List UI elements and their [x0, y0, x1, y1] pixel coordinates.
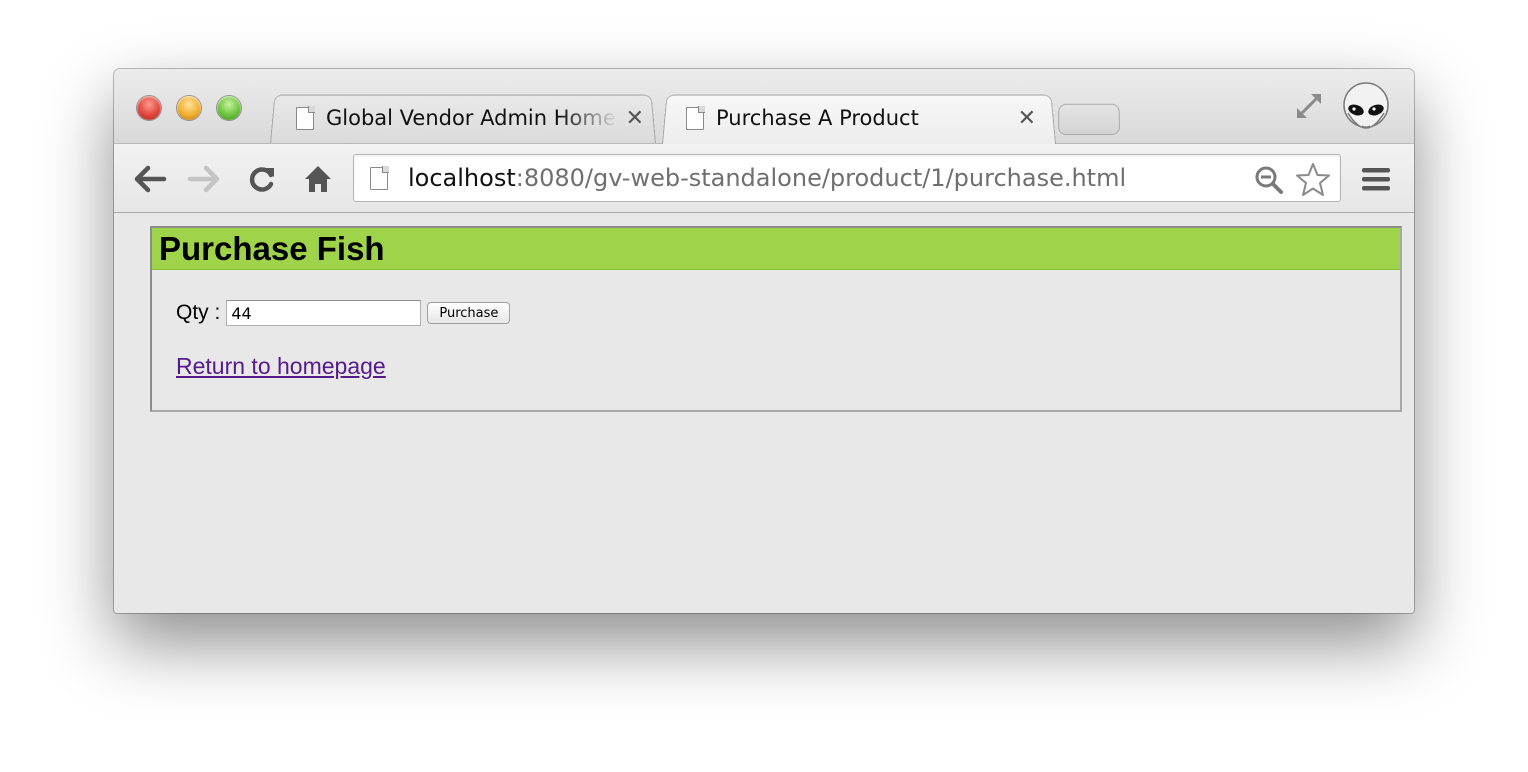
close-icon[interactable]: ✕ [626, 106, 644, 131]
fullscreen-icon[interactable] [1294, 91, 1324, 121]
tab-global-vendor-admin-content[interactable]: Global Vendor Admin Home ✕ [296, 102, 644, 134]
qty-row: Qty : Purchase [176, 300, 511, 326]
purchase-button[interactable]: Purchase [427, 302, 511, 324]
reload-icon [249, 167, 274, 192]
qty-label: Qty : [176, 301, 221, 324]
arrow-right-icon [187, 165, 220, 193]
reload-button[interactable] [244, 161, 280, 197]
home-icon [305, 166, 331, 192]
address-bar[interactable]: localhost:8080/gv-web-standalone/product… [353, 154, 1341, 202]
page-title: Purchase Fish [159, 230, 385, 267]
panel-header: Purchase Fish [152, 228, 1400, 270]
browser-window: Global Vendor Admin Home ✕ Purchase A Pr… [114, 69, 1414, 613]
browser-toolbar: localhost:8080/gv-web-standalone/product… [114, 143, 1414, 213]
tab-purchase-product-content[interactable]: Purchase A Product ✕ [686, 102, 1036, 134]
bookmark-star-icon[interactable] [1294, 161, 1332, 199]
return-to-homepage-link[interactable]: Return to homepage [176, 353, 386, 380]
url-host: localhost [408, 164, 516, 192]
qty-input[interactable] [226, 300, 422, 326]
zoom-window-button[interactable] [217, 96, 241, 120]
zoom-out-icon[interactable] [1254, 165, 1284, 195]
new-tab-button[interactable] [1058, 103, 1120, 135]
alien-avatar-icon[interactable] [1340, 81, 1392, 141]
hamburger-menu-icon[interactable] [1360, 164, 1392, 194]
forward-button[interactable] [186, 161, 222, 197]
tab-title: Purchase A Product [716, 106, 919, 130]
page-viewport: Purchase Fish Qty : Purchase Return to h… [114, 213, 1414, 613]
page-icon [686, 105, 705, 130]
url-text[interactable]: localhost:8080/gv-web-standalone/product… [408, 164, 1126, 192]
arrow-left-icon [134, 165, 167, 193]
tab-strip: Global Vendor Admin Home ✕ Purchase A Pr… [114, 69, 1414, 144]
page-icon [296, 105, 315, 130]
back-button[interactable] [132, 161, 168, 197]
url-path: :8080/gv-web-standalone/product/1/purcha… [515, 164, 1127, 192]
close-icon[interactable]: ✕ [1018, 106, 1036, 131]
tab-title: Global Vendor Admin Home [326, 106, 616, 130]
close-window-button[interactable] [137, 96, 161, 120]
purchase-panel: Purchase Fish Qty : Purchase Return to h… [150, 226, 1402, 412]
page-icon [370, 166, 389, 190]
minimize-window-button[interactable] [177, 96, 201, 120]
home-button[interactable] [300, 161, 336, 197]
